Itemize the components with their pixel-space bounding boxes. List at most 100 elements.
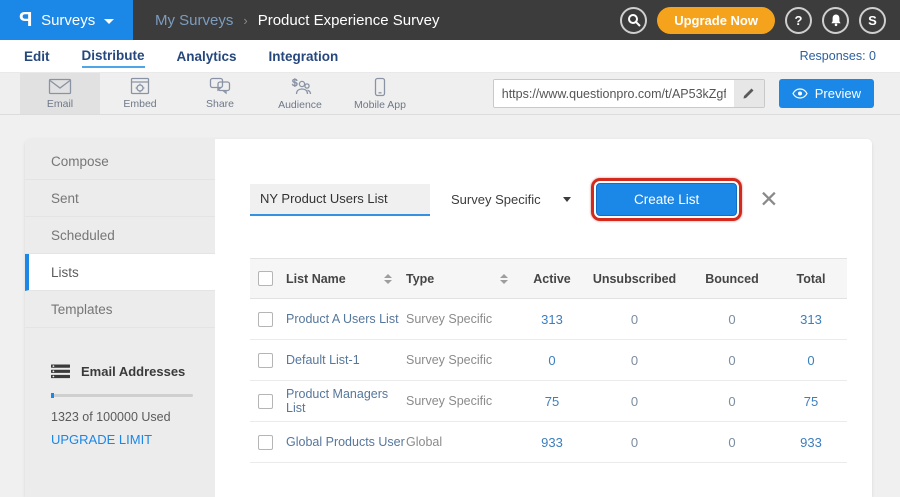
- share-bubbles-icon: [209, 77, 231, 96]
- help-button[interactable]: ?: [785, 7, 812, 34]
- col-header-type: Type: [406, 272, 434, 286]
- usage-text: 1323 of 100000 Used: [51, 410, 193, 424]
- active-count[interactable]: 933: [522, 435, 582, 450]
- tab-integration[interactable]: Integration: [269, 45, 339, 67]
- search-icon: [627, 13, 641, 27]
- sidebar-item-scheduled[interactable]: Scheduled: [25, 217, 215, 254]
- unsubscribed-count: 0: [582, 353, 687, 368]
- edit-url-button[interactable]: [734, 80, 764, 107]
- list-name-link[interactable]: Default List-1: [286, 353, 406, 367]
- create-list-button[interactable]: Create List: [596, 183, 737, 216]
- preview-button[interactable]: Preview: [779, 79, 874, 108]
- sidebar-item-sent[interactable]: Sent: [25, 180, 215, 217]
- row-checkbox[interactable]: [258, 312, 273, 327]
- search-button[interactable]: [620, 7, 647, 34]
- toolbar-item-label: Audience: [278, 99, 322, 111]
- notifications-button[interactable]: [822, 7, 849, 34]
- toolbar-item-share[interactable]: Share: [180, 73, 260, 114]
- toolbar-item-audience[interactable]: $ Audience: [260, 73, 340, 114]
- list-name-link[interactable]: Global Products User: [286, 435, 406, 449]
- toolbar-item-mobile-app[interactable]: Mobile App: [340, 73, 420, 114]
- total-count[interactable]: 0: [777, 353, 845, 368]
- sort-icon[interactable]: [500, 274, 508, 284]
- upgrade-now-button[interactable]: Upgrade Now: [657, 7, 775, 34]
- active-count[interactable]: 75: [522, 394, 582, 409]
- close-icon[interactable]: ✕: [759, 188, 778, 211]
- lists-table: List Name Type Active Unsubscribed Bounc…: [250, 258, 847, 463]
- bounced-count: 0: [687, 353, 777, 368]
- create-list-form: Survey Specific Create List ✕: [250, 178, 872, 221]
- col-header-list-name: List Name: [286, 272, 346, 286]
- list-name-link[interactable]: Product Managers List: [286, 387, 406, 415]
- toolbar-item-label: Email: [47, 98, 73, 110]
- bell-icon: [829, 13, 843, 27]
- row-checkbox[interactable]: [258, 353, 273, 368]
- email-panel-card: Compose Sent Scheduled Lists Templates: [25, 139, 872, 497]
- survey-nav: Edit Distribute Analytics Integration Re…: [0, 40, 900, 73]
- toolbar-item-label: Mobile App: [354, 99, 406, 111]
- breadcrumb: My Surveys › Product Experience Survey: [155, 12, 439, 29]
- toolbar-item-label: Share: [206, 98, 234, 110]
- active-count[interactable]: 313: [522, 312, 582, 327]
- col-header-total: Total: [777, 272, 845, 286]
- toolbar-item-email[interactable]: Email: [20, 73, 100, 114]
- usage-progress-bar: [51, 394, 193, 397]
- content-area: Compose Sent Scheduled Lists Templates: [0, 115, 900, 497]
- avatar-initial: S: [868, 13, 877, 28]
- col-header-bounced: Bounced: [687, 272, 777, 286]
- survey-url-input[interactable]: [494, 80, 734, 107]
- bounced-count: 0: [687, 312, 777, 327]
- tab-analytics[interactable]: Analytics: [177, 45, 237, 67]
- audience-icon: $: [288, 77, 312, 97]
- sidebar-item-compose[interactable]: Compose: [25, 143, 215, 180]
- list-name-input[interactable]: [250, 184, 430, 216]
- address-list-icon: [51, 364, 70, 379]
- tab-distribute[interactable]: Distribute: [82, 44, 145, 68]
- email-sidebar: Compose Sent Scheduled Lists Templates: [25, 139, 215, 497]
- pencil-icon: [742, 87, 755, 100]
- embed-icon: [130, 77, 150, 96]
- list-name-link[interactable]: Product A Users List: [286, 312, 406, 326]
- sidebar-item-lists[interactable]: Lists: [25, 254, 215, 291]
- account-avatar[interactable]: S: [859, 7, 886, 34]
- row-checkbox[interactable]: [258, 394, 273, 409]
- total-count[interactable]: 75: [777, 394, 845, 409]
- row-checkbox[interactable]: [258, 435, 273, 450]
- table-row: Global Products User Global 933 0 0 933: [250, 422, 847, 463]
- list-type: Survey Specific: [406, 394, 522, 408]
- lists-main-panel: Survey Specific Create List ✕ List Name: [215, 139, 872, 497]
- unsubscribed-count: 0: [582, 312, 687, 327]
- table-row: Default List-1 Survey Specific 0 0 0 0: [250, 340, 847, 381]
- upgrade-limit-link[interactable]: UPGRADE LIMIT: [51, 432, 193, 447]
- product-menu-label: Surveys: [41, 12, 95, 29]
- envelope-icon: [48, 78, 72, 96]
- preview-label: Preview: [815, 86, 861, 101]
- page-title: Product Experience Survey: [258, 12, 440, 29]
- email-addresses-section: Email Addresses 1323 of 100000 Used UPGR…: [25, 364, 215, 447]
- tab-edit[interactable]: Edit: [24, 45, 50, 67]
- toolbar-item-embed[interactable]: Embed: [100, 73, 180, 114]
- total-count[interactable]: 933: [777, 435, 845, 450]
- sidebar-item-templates[interactable]: Templates: [25, 291, 215, 328]
- list-type-select[interactable]: Survey Specific: [445, 192, 577, 207]
- header-actions: Upgrade Now ? S: [620, 7, 900, 34]
- email-addresses-title: Email Addresses: [81, 364, 185, 379]
- question-mark-icon: ?: [795, 13, 803, 28]
- top-header: P Surveys My Surveys › Product Experienc…: [0, 0, 900, 40]
- chevron-down-icon: [104, 19, 114, 24]
- unsubscribed-count: 0: [582, 435, 687, 450]
- table-header-row: List Name Type Active Unsubscribed Bounc…: [250, 258, 847, 299]
- distribute-toolbar: Email Embed Share $ Audience: [0, 73, 900, 115]
- select-all-checkbox[interactable]: [258, 271, 273, 286]
- surveys-product-menu[interactable]: P Surveys: [0, 0, 133, 40]
- unsubscribed-count: 0: [582, 394, 687, 409]
- col-header-active: Active: [522, 272, 582, 286]
- breadcrumb-separator: ›: [243, 13, 247, 28]
- sort-icon[interactable]: [384, 274, 392, 284]
- responses-count[interactable]: Responses: 0: [800, 49, 876, 63]
- survey-url-box: [493, 79, 765, 108]
- active-count[interactable]: 0: [522, 353, 582, 368]
- table-row: Product Managers List Survey Specific 75…: [250, 381, 847, 422]
- breadcrumb-my-surveys[interactable]: My Surveys: [155, 12, 233, 29]
- total-count[interactable]: 313: [777, 312, 845, 327]
